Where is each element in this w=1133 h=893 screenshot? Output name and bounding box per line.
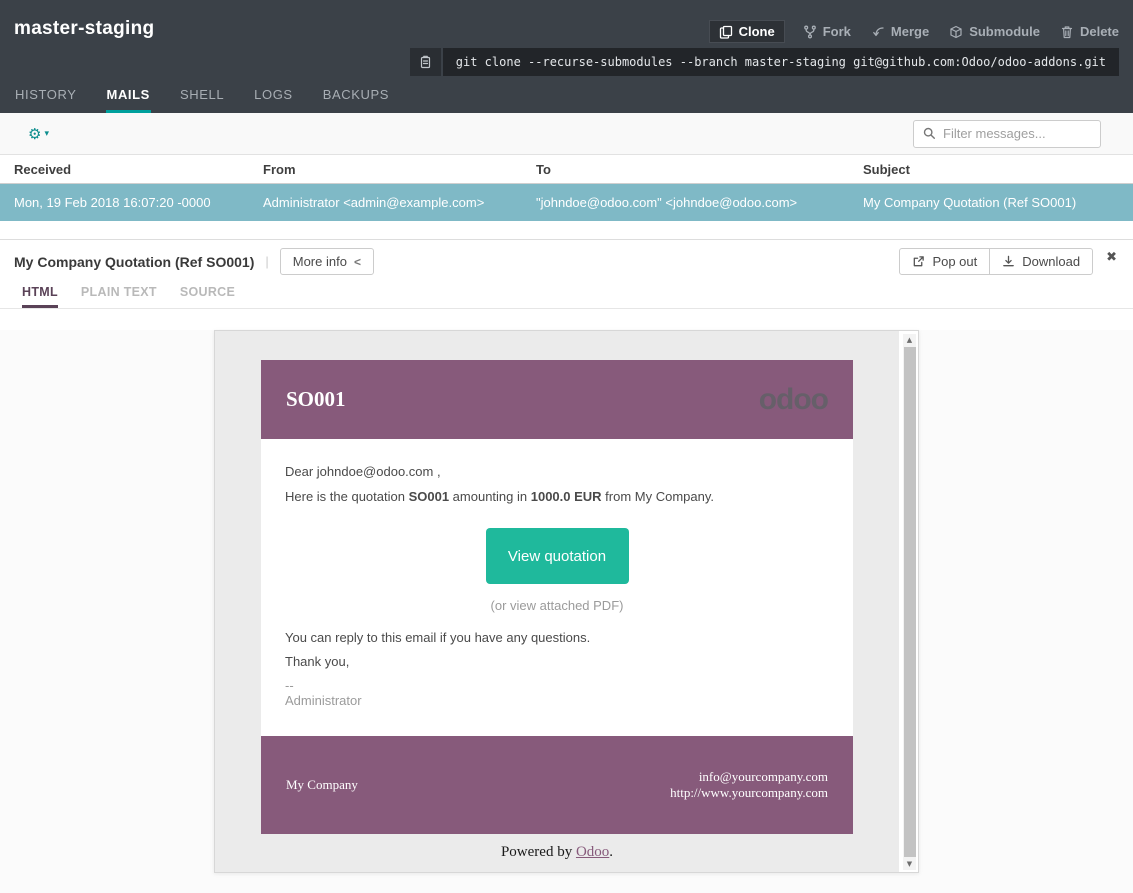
fork-button[interactable]: Fork <box>803 24 851 39</box>
settings-dropdown[interactable]: ⚙ ▾ <box>28 125 49 143</box>
cell-from: Administrator <admin@example.com> <box>249 195 522 210</box>
close-icon[interactable]: ✖ <box>1106 250 1117 265</box>
tab-plain-text[interactable]: PLAIN TEXT <box>81 285 157 308</box>
order-reference: SO001 <box>286 387 346 412</box>
cell-received: Mon, 19 Feb 2018 16:07:20 -0000 <box>0 195 249 210</box>
email-body: Dear johndoe@odoo.com , Here is the quot… <box>261 439 853 736</box>
pdf-note: (or view attached PDF) <box>285 598 829 613</box>
email-header-banner: SO001 odoo <box>261 360 853 439</box>
submodule-button[interactable]: Submodule <box>949 24 1040 39</box>
company-website: http://www.yourcompany.com <box>670 785 828 800</box>
quotation-line: Here is the quotation SO001 amounting in… <box>285 489 829 504</box>
tab-logs[interactable]: LOGS <box>253 78 294 113</box>
table-row[interactable]: Mon, 19 Feb 2018 16:07:20 -0000 Administ… <box>0 184 1133 221</box>
email-document: SO001 odoo Dear johndoe@odoo.com , Here … <box>215 331 899 872</box>
branch-tabs: HISTORY MAILS SHELL LOGS BACKUPS <box>0 78 418 113</box>
column-from: From <box>249 162 522 177</box>
panel-scrollbar[interactable]: ▲ ▼ <box>899 331 918 872</box>
email-preview-panel: SO001 odoo Dear johndoe@odoo.com , Here … <box>214 330 919 873</box>
scroll-up-icon[interactable]: ▲ <box>907 335 912 345</box>
company-email: info@yourcompany.com <box>699 769 828 784</box>
email-letter: SO001 odoo Dear johndoe@odoo.com , Here … <box>261 360 853 834</box>
search-icon <box>923 127 936 140</box>
powered-by: Powered by Odoo. <box>215 844 899 861</box>
git-clone-box: git clone --recurse-submodules --branch … <box>410 48 1119 76</box>
email-viewer: My Company Quotation (Ref SO001) | More … <box>0 239 1133 893</box>
clone-button[interactable]: Clone <box>709 20 785 43</box>
scroll-thumb[interactable] <box>904 347 916 857</box>
git-clone-command: git clone --recurse-submodules --branch … <box>443 48 1119 76</box>
delete-icon <box>1060 25 1074 39</box>
branch-header: master-staging Clone Fork Merge Submodul… <box>0 0 1133 113</box>
tab-source[interactable]: SOURCE <box>180 285 235 308</box>
copy-to-clipboard-button[interactable] <box>410 48 441 76</box>
filter-placeholder: Filter messages... <box>943 126 1046 141</box>
email-preview-area: SO001 odoo Dear johndoe@odoo.com , Here … <box>0 330 1133 893</box>
merge-button[interactable]: Merge <box>871 24 929 39</box>
viewer-actions: Pop out Download <box>899 248 1093 275</box>
delete-button[interactable]: Delete <box>1060 24 1119 39</box>
view-quotation-button[interactable]: View quotation <box>486 528 629 584</box>
odoo-link[interactable]: Odoo <box>576 844 609 860</box>
tab-html[interactable]: HTML <box>22 285 58 308</box>
greeting-line: Dear johndoe@odoo.com , <box>285 464 829 479</box>
viewer-header: My Company Quotation (Ref SO001) | More … <box>0 240 1133 275</box>
chevron-left-icon: < <box>354 255 361 269</box>
caret-down-icon: ▾ <box>44 129 49 139</box>
pop-out-button[interactable]: Pop out <box>899 248 990 275</box>
tab-shell[interactable]: SHELL <box>179 78 225 113</box>
filter-messages-input[interactable]: Filter messages... <box>913 120 1101 148</box>
clone-icon <box>719 25 733 39</box>
signature-dashes: -- <box>285 678 829 693</box>
more-info-button[interactable]: More info < <box>280 248 374 275</box>
separator: | <box>265 254 268 269</box>
table-gap <box>0 221 1133 239</box>
cell-subject: My Company Quotation (Ref SO001) <box>849 195 1133 210</box>
reply-note: You can reply to this email if you have … <box>285 630 829 645</box>
mail-table-header: Received From To Subject <box>0 155 1133 184</box>
signature-name: Administrator <box>285 693 829 708</box>
column-to: To <box>522 162 849 177</box>
download-icon <box>1002 255 1015 268</box>
company-name: My Company <box>286 777 358 793</box>
branch-actions: Clone Fork Merge Submodule Delete <box>711 24 1119 39</box>
email-footer-banner: My Company info@yourcompany.com http://w… <box>261 736 853 834</box>
branch-title: master-staging <box>14 18 154 40</box>
mail-toolbar: ⚙ ▾ Filter messages... <box>0 113 1133 155</box>
column-received: Received <box>0 162 249 177</box>
tab-backups[interactable]: BACKUPS <box>322 78 390 113</box>
clipboard-icon <box>419 55 432 69</box>
thanks-line: Thank you, <box>285 654 829 669</box>
mail-table: Received From To Subject Mon, 19 Feb 201… <box>0 155 1133 239</box>
company-contacts: info@yourcompany.com http://www.yourcomp… <box>670 769 828 801</box>
merge-icon <box>871 25 885 39</box>
fork-icon <box>803 25 817 39</box>
pop-out-icon <box>912 255 925 268</box>
submodule-icon <box>949 25 963 39</box>
download-button[interactable]: Download <box>989 248 1093 275</box>
odoo-logo: odoo <box>759 383 828 417</box>
viewer-tabs: HTML PLAIN TEXT SOURCE <box>0 275 1133 309</box>
tab-mails[interactable]: MAILS <box>106 78 151 113</box>
viewer-title: My Company Quotation (Ref SO001) <box>14 254 254 270</box>
tab-history[interactable]: HISTORY <box>14 78 78 113</box>
gear-icon: ⚙ <box>28 125 41 143</box>
column-subject: Subject <box>849 162 1133 177</box>
cell-to: "johndoe@odoo.com" <johndoe@odoo.com> <box>522 195 849 210</box>
scroll-down-icon[interactable]: ▼ <box>907 859 912 869</box>
